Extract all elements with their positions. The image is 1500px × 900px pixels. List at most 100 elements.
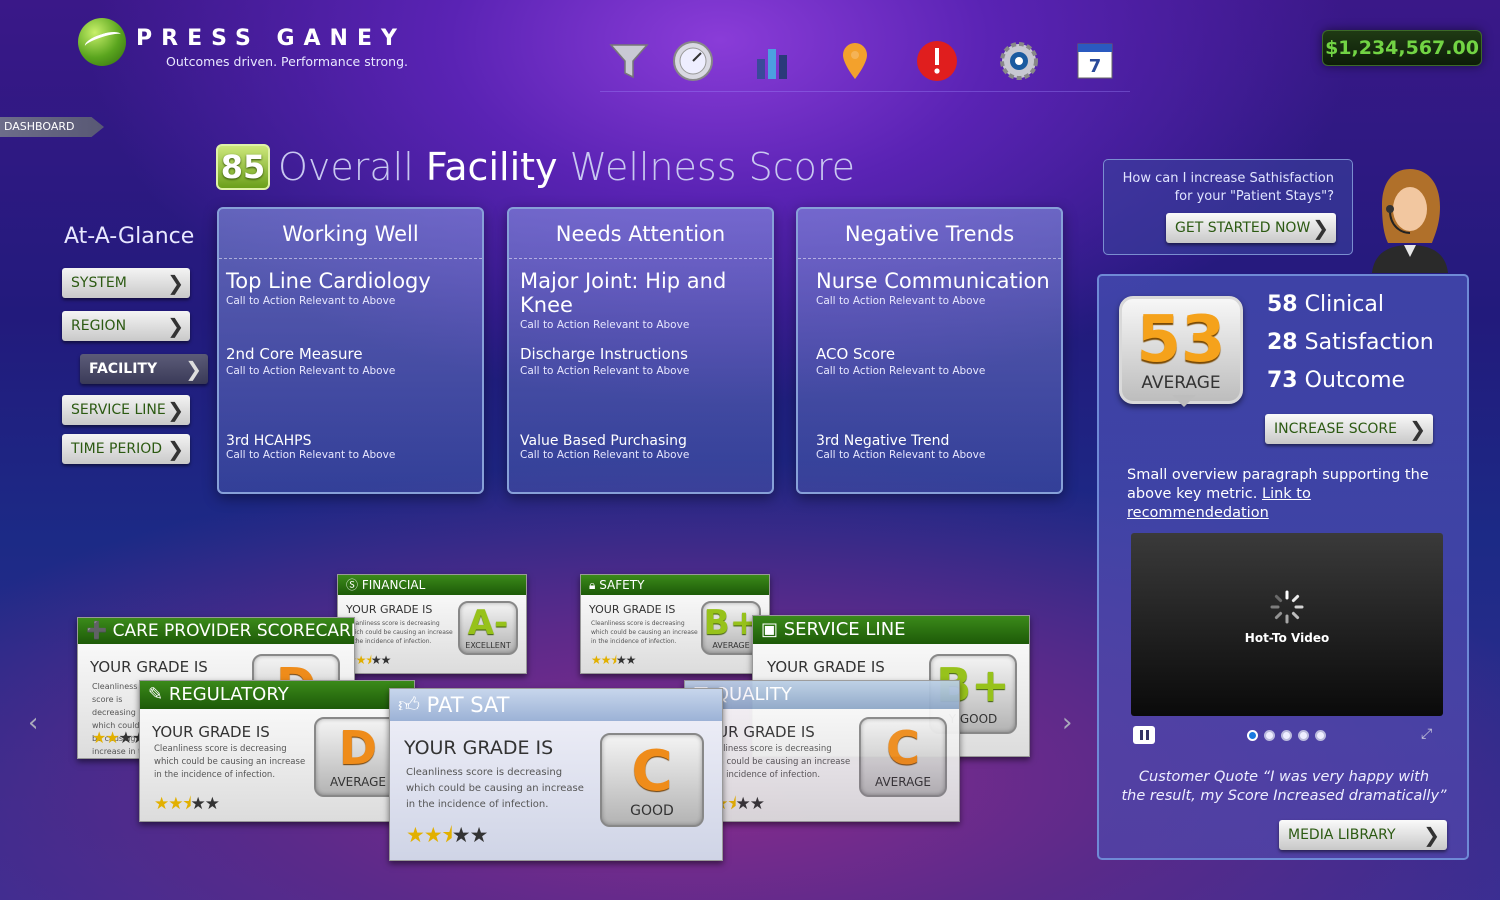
pat-sat-grade-card[interactable]: 👍︎ PAT SAT YOUR GRADE IS Cleanliness sco…: [389, 688, 723, 861]
chevron-right-icon: ❯: [1423, 823, 1440, 847]
dollar-icon: Ⓢ: [346, 578, 359, 592]
gauge-icon[interactable]: [670, 38, 716, 84]
panel-item[interactable]: Discharge Instructions Call to Action Rel…: [520, 345, 689, 377]
customer-quote: Customer Quote “I was very happy with the…: [1121, 769, 1447, 804]
glance-time-period-button[interactable]: TIME PERIOD ❯: [62, 434, 190, 464]
pagination-dot[interactable]: [1315, 730, 1326, 741]
grade-label: YOUR GRADE IS: [152, 723, 270, 741]
chevron-right-icon: ❯: [167, 314, 184, 338]
panel-item[interactable]: Top Line Cardiology Call to Action Releva…: [226, 269, 431, 307]
grade-badge: C AVERAGE: [859, 717, 947, 797]
carousel-prev-arrow[interactable]: ‹: [28, 708, 38, 738]
metric-satisfaction: 28 Satisfaction: [1267, 330, 1434, 355]
page-title: 85 Overall Facility Wellness Score: [216, 142, 855, 192]
glance-service-line-button[interactable]: SERVICE LINE ❯: [62, 395, 190, 425]
glance-facility-button[interactable]: FACILITY ❯: [80, 354, 208, 384]
pause-button[interactable]: [1133, 726, 1155, 744]
video-pagination-dots: [1247, 730, 1326, 741]
location-pin-icon[interactable]: [832, 38, 878, 84]
bar-chart-icon[interactable]: [750, 38, 796, 84]
panel-title: Working Well: [219, 209, 482, 259]
panel-item[interactable]: Nurse Communication Call to Action Releva…: [816, 269, 1050, 307]
panel-title: Needs Attention: [509, 209, 772, 259]
needs-attention-panel: Needs Attention Major Joint: Hip and Kne…: [507, 207, 774, 494]
chevron-right-icon: ❯: [167, 437, 184, 461]
lock-icon: 🔒︎: [589, 578, 596, 592]
grade-label: YOUR GRADE IS: [90, 658, 208, 676]
at-a-glance-title: At-A-Glance: [64, 224, 195, 249]
calendar-icon[interactable]: 7: [1072, 38, 1118, 84]
alert-icon[interactable]: [914, 38, 960, 84]
grade-label: YOUR GRADE IS: [767, 658, 885, 676]
grade-description: Cleanliness score is decreasing which co…: [346, 620, 453, 645]
help-question: How can I increase Sathisfaction for your…: [1122, 171, 1334, 204]
chevron-right-icon: ❯: [1409, 417, 1426, 441]
panel-title: Negative Trends: [798, 209, 1061, 259]
regulatory-grade-card[interactable]: ✎ REGULATORY YOUR GRADE IS Cleanliness s…: [139, 680, 415, 822]
grade-badge: C GOOD: [600, 733, 704, 827]
globe-logo-icon: [78, 18, 126, 66]
pencil-icon: ✎: [148, 684, 164, 705]
pagination-dot-active[interactable]: [1247, 730, 1258, 741]
glance-region-button[interactable]: REGION ❯: [62, 311, 190, 341]
star-rating: ★★⯨★★: [591, 653, 636, 667]
filter-icon[interactable]: [606, 38, 652, 84]
grade-label: YOUR GRADE IS: [589, 603, 676, 616]
grade-label: YOUR GRADE IS: [404, 737, 554, 759]
increase-score-button[interactable]: INCREASE SCORE ❯: [1265, 414, 1433, 444]
working-well-panel: Working Well Top Line Cardiology Call to …: [217, 207, 484, 494]
panel-item[interactable]: 2nd Core Measure Call to Action Relevant …: [226, 345, 395, 377]
card-header: ➕ CARE PROVIDER SCORECARD: [78, 618, 354, 644]
brand-name: PRESS GANEY: [136, 26, 406, 51]
page-title-text: Overall Facility Wellness Score: [278, 145, 856, 189]
quality-grade-card[interactable]: ☑ QUALITY YOUR GRADE IS Cleanliness scor…: [684, 680, 960, 822]
average-score-badge: 53 AVERAGE: [1119, 296, 1243, 407]
financial-grade-card[interactable]: Ⓢ FINANCIAL YOUR GRADE IS Cleanliness sc…: [337, 574, 527, 674]
pagination-dot[interactable]: [1298, 730, 1309, 741]
settings-icon[interactable]: [996, 38, 1042, 84]
how-to-video-player[interactable]: Hot-To Video: [1131, 533, 1443, 716]
safety-grade-card[interactable]: 🔒︎ SAFETY YOUR GRADE IS Cleanliness scor…: [580, 574, 770, 674]
press-ganey-logo[interactable]: PRESS GANEY Outcomes driven. Performance…: [78, 16, 458, 76]
grade-description: Cleanliness score is decreasing which co…: [591, 620, 698, 645]
brand-tagline: Outcomes driven. Performance strong.: [166, 54, 408, 69]
star-rating: ★★⯨★★: [154, 794, 220, 814]
pagination-dot[interactable]: [1264, 730, 1275, 741]
card-header: 🔒︎ SAFETY: [581, 575, 769, 595]
get-started-button[interactable]: GET STARTED NOW ❯: [1166, 213, 1336, 243]
grade-badge: A- EXCELLENT: [458, 601, 518, 655]
pagination-dot[interactable]: [1281, 730, 1292, 741]
carousel-next-arrow[interactable]: ›: [1062, 708, 1072, 738]
score-summary-panel: 53 AVERAGE 58 Clinical 28 Satisfaction 7…: [1097, 274, 1469, 860]
panel-item[interactable]: 3rd Negative Trend Call to Action Relevan…: [816, 433, 985, 461]
panel-item[interactable]: Major Joint: Hip and Knee Call to Action …: [520, 269, 772, 331]
panel-item[interactable]: 3rd HCAHPS Call to Action Relevant to Abo…: [226, 433, 395, 461]
budget-balance: $1,234,567.00: [1322, 30, 1482, 66]
chevron-right-icon: ❯: [167, 271, 184, 295]
support-agent-avatar[interactable]: [1368, 165, 1452, 273]
card-header: ✎ REGULATORY: [140, 681, 414, 709]
metric-outcome: 73 Outcome: [1267, 368, 1406, 393]
star-rating: ★★⯨★★: [406, 823, 488, 847]
card-header: ☑ QUALITY: [685, 681, 959, 709]
chevron-right-icon: ❯: [1312, 216, 1329, 240]
card-header: 👍︎ PAT SAT: [390, 689, 722, 721]
help-prompt-box: How can I increase Sathisfaction for your…: [1103, 159, 1353, 255]
fullscreen-icon[interactable]: ⤢: [1421, 726, 1432, 742]
calendar-day: 7: [1089, 56, 1102, 77]
media-library-button[interactable]: MEDIA LIBRARY ❯: [1279, 820, 1447, 850]
video-caption: Hot-To Video: [1244, 631, 1330, 645]
card-header: ▣ SERVICE LINE: [753, 616, 1029, 644]
loading-spinner-icon: [1270, 590, 1304, 624]
panel-item[interactable]: Value Based Purchasing Call to Action Rel…: [520, 433, 689, 461]
breadcrumb-dashboard[interactable]: DASHBOARD: [0, 117, 104, 137]
chevron-right-icon: ❯: [185, 357, 202, 381]
panel-item[interactable]: ACO Score Call to Action Relevant to Abov…: [816, 345, 985, 377]
metric-clinical: 58 Clinical: [1267, 292, 1384, 317]
card-header: Ⓢ FINANCIAL: [338, 575, 526, 595]
grade-description: Cleanliness score is decreasing which co…: [699, 744, 851, 780]
grade-label: YOUR GRADE IS: [346, 603, 433, 616]
overview-paragraph: Small overview paragraph supporting the …: [1127, 467, 1429, 521]
briefcase-icon: ▣: [761, 619, 779, 640]
glance-system-button[interactable]: SYSTEM ❯: [62, 268, 190, 298]
